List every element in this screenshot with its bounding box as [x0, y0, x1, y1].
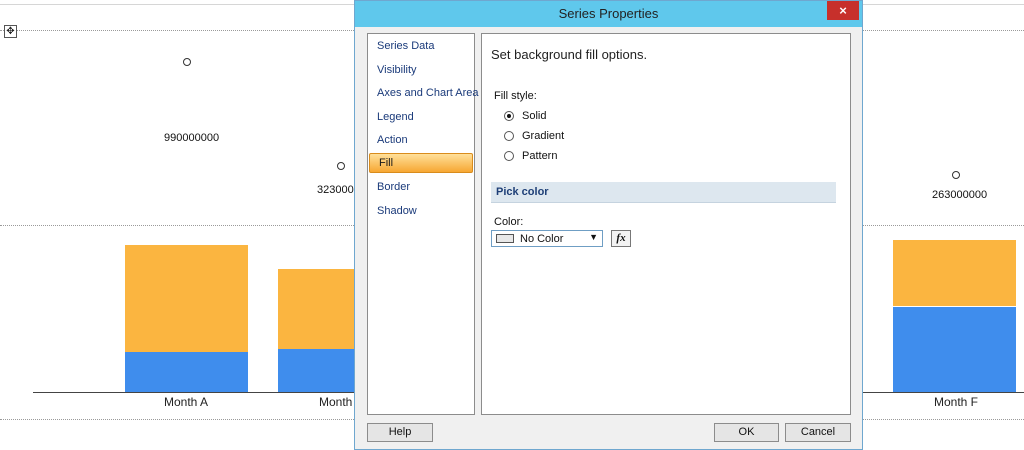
nav-item-shadow[interactable]: Shadow — [377, 205, 417, 217]
fill-options-panel: Set background fill options. Fill style:… — [481, 33, 851, 415]
data-label: 990000000 — [164, 132, 220, 144]
category-label: Month — [319, 395, 353, 409]
color-value: No Color — [520, 233, 564, 245]
bar-segment[interactable] — [278, 269, 355, 350]
expression-button[interactable]: fx — [611, 230, 631, 247]
color-dropdown[interactable]: No Color ▼ — [491, 230, 603, 247]
radio-pattern[interactable] — [504, 151, 514, 161]
bar-segment[interactable] — [125, 352, 248, 392]
nav-item-axes-and-chart-area[interactable]: Axes and Chart Area — [377, 87, 479, 99]
data-point-marker[interactable] — [183, 58, 191, 66]
color-swatch — [496, 234, 514, 243]
nav-item-action[interactable]: Action — [377, 134, 408, 146]
data-point-marker[interactable] — [337, 162, 345, 170]
category-label: Month A — [164, 395, 209, 409]
pick-color-section-header: Pick color — [491, 182, 836, 203]
nav-item-fill[interactable]: Fill — [369, 153, 473, 173]
close-button[interactable]: × — [827, 1, 859, 20]
radio-solid[interactable] — [504, 111, 514, 121]
ok-button[interactable]: OK — [714, 423, 779, 442]
fill-style-solid-option[interactable]: Solid — [504, 109, 546, 123]
dropdown-arrow-icon: ▼ — [589, 232, 598, 242]
panel-heading: Set background fill options. — [491, 47, 648, 62]
radio-gradient[interactable] — [504, 131, 514, 141]
dialog-title: Series Properties — [558, 6, 659, 21]
section-title: Pick color — [496, 186, 549, 198]
nav-panel: Series Data Visibility Axes and Chart Ar… — [367, 33, 479, 415]
series-properties-dialog: Series Properties × Series Data Visibili… — [354, 0, 863, 450]
radio-gradient-label: Gradient — [522, 130, 565, 142]
bar-segment[interactable] — [893, 306, 1016, 392]
data-point-marker[interactable] — [952, 171, 960, 179]
close-icon: × — [839, 3, 847, 18]
dialog-titlebar[interactable]: Series Properties × — [355, 1, 862, 27]
color-label: Color: — [494, 216, 524, 228]
bar-segment[interactable] — [893, 239, 1016, 307]
help-button[interactable]: Help — [367, 423, 433, 442]
fill-style-label: Fill style: — [494, 90, 537, 102]
category-label: Month F — [934, 395, 979, 409]
bar-segment[interactable] — [125, 245, 248, 353]
data-label: 263000000 — [932, 189, 988, 201]
fx-icon: fx — [616, 232, 626, 244]
radio-solid-label: Solid — [522, 110, 547, 122]
nav-item-visibility[interactable]: Visibility — [377, 64, 417, 76]
radio-pattern-label: Pattern — [522, 150, 558, 162]
move-handle-icon[interactable]: ✥ — [4, 25, 17, 38]
cancel-button[interactable]: Cancel — [785, 423, 851, 442]
bar-segment[interactable] — [278, 349, 355, 392]
nav-item-border[interactable]: Border — [377, 181, 410, 193]
nav-item-legend[interactable]: Legend — [377, 111, 414, 123]
nav-item-series-data[interactable]: Series Data — [377, 40, 434, 52]
fill-style-gradient-option[interactable]: Gradient — [504, 129, 564, 143]
fill-style-pattern-option[interactable]: Pattern — [504, 149, 557, 163]
